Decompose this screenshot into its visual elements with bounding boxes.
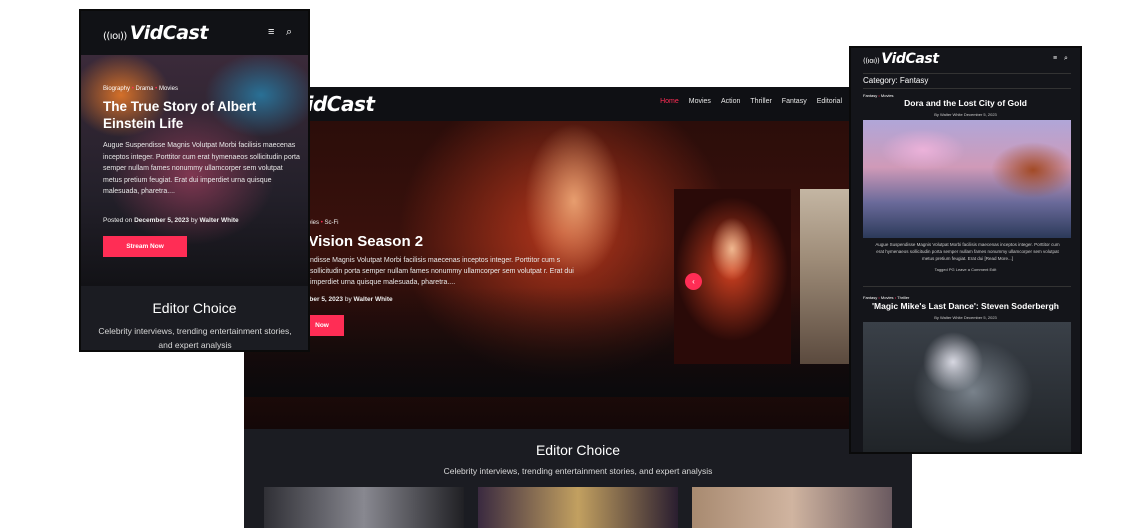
section-title: Editor Choice [535,442,621,458]
nav-item-movies[interactable]: Movies [689,98,711,105]
desktop-hero-title[interactable]: eVision Season 2 [300,233,423,250]
posted-label: Posted on [103,217,133,224]
editor-card-3[interactable] [692,487,892,528]
nav-item-home[interactable]: Home [660,98,679,105]
category-link[interactable]: Fantasy [863,295,877,300]
category-link[interactable]: Biography [103,86,130,92]
editor-card-2[interactable] [478,487,678,528]
desktop-hero-excerpt: ndisse Magnis Volutpat Morbi facilisis m… [310,257,574,286]
category-separator: • [878,295,880,300]
nav-item-action[interactable]: Action [721,98,740,105]
section-title: Editor Choice [152,300,237,316]
signal-icon: ((ıoı)) [863,57,880,65]
category-separator: • [894,295,897,300]
editor-card-1[interactable] [264,487,464,528]
category-separator: • [320,220,323,226]
category-heading: Category: Fantasy [863,76,929,85]
post-author[interactable]: Walter White [200,217,239,224]
category-link[interactable]: Sc-Fi [324,220,338,226]
category-link[interactable]: Movies [159,86,178,92]
nav-item-fantasy[interactable]: Fantasy [782,98,807,105]
category-link[interactable]: Drama [135,86,153,92]
post-image[interactable] [863,120,1071,238]
logo-text: VidCast [129,22,209,44]
menu-icon[interactable]: ≡ [268,26,274,38]
desktop-nav: Home Movies Action Thriller Fantasy Edit… [660,98,842,105]
category-separator: • [155,86,158,92]
mobile-logo[interactable]: ((ıoı)) VidCast [103,22,208,44]
category-link[interactable]: Movies [881,295,894,300]
desktop-view: VidCast Home Movies Action Thriller Fant… [244,87,912,528]
logo-text: VidCast [881,51,939,67]
search-icon[interactable]: ⌕ [286,26,292,39]
mobile-hero-title[interactable]: The True Story of Albert Einstein Life [103,98,293,132]
tablet-view: ((ıoı)) VidCast ≡ ⌕ Category: Fantasy Fan… [849,46,1082,454]
nav-item-editorial[interactable]: Editorial [817,98,842,105]
post-author[interactable]: Walter White [354,296,393,303]
section-subtitle: Celebrity interviews, trending entertain… [443,466,713,476]
tablet-logo[interactable]: ((ıoı)) VidCast [863,51,939,67]
menu-icon[interactable]: ≡ [1053,55,1057,62]
desktop-header: VidCast Home Movies Action Thriller Fant… [244,87,912,121]
by-label: by [190,217,198,224]
divider [863,88,1071,89]
by-label: by [344,296,352,303]
divider [863,286,1071,287]
mobile-hero-excerpt: Augue Suspendisse Magnis Volutpat Morbi … [103,142,300,195]
mobile-hero-categories: Biography • Drama • Movies [103,86,178,92]
chevron-left-icon[interactable]: ‹ [685,273,702,290]
mobile-view: ((ıoı)) VidCast ≡ ⌕ Biography • Drama • M… [79,9,310,352]
post-title[interactable]: Dora and the Lost City of Gold [851,98,1080,108]
search-icon[interactable]: ⌕ [1064,55,1068,63]
post-categories: Fantasy • Movies • Thriller [863,295,909,300]
desktop-hero-meta: ember 5, 2023 by Walter White [300,296,393,303]
post-meta: By Walter White December 5, 2023 [934,315,997,320]
post-tags[interactable]: Tagged PG Leave a Comment Edit [851,267,1080,272]
category-link[interactable]: Thriller [897,295,909,300]
category-separator: • [131,86,134,92]
section-subtitle: Celebrity interviews, trending entertain… [98,326,292,350]
nav-item-thriller[interactable]: Thriller [750,98,771,105]
post-date: December 5, 2023 [134,217,190,224]
post-excerpt: Augue Suspendisse Magnis Volutpat Morbi … [875,242,1060,261]
post-title[interactable]: 'Magic Mike's Last Dance': Steven Soderb… [851,301,1080,311]
post-meta: By Walter White December 5, 2023 [934,112,997,117]
divider [863,73,1071,74]
mobile-header: ((ıoı)) VidCast ≡ ⌕ [81,11,308,55]
stream-now-button[interactable]: Stream Now [103,236,187,257]
signal-icon: ((ıoı)) [103,31,127,42]
showcase-stage: VidCast Home Movies Action Thriller Fant… [0,0,1122,528]
post-image[interactable] [863,322,1071,452]
mobile-hero-meta: Posted on December 5, 2023 by Walter Whi… [103,217,239,224]
